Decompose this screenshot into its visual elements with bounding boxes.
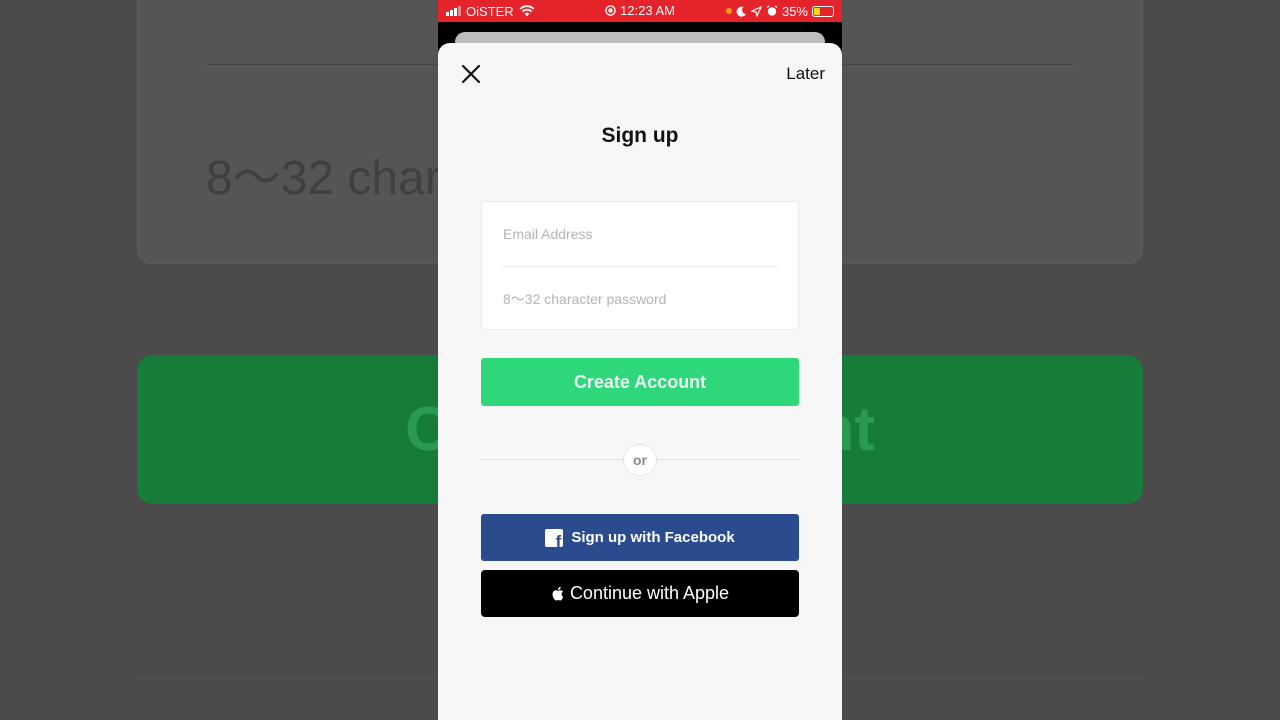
signup-sheet: Later Sign up Create Account or f Sign u… (438, 43, 842, 720)
facebook-signup-button[interactable]: f Sign up with Facebook (481, 514, 799, 561)
wifi-icon (519, 5, 535, 17)
facebook-signup-label: Sign up with Facebook (571, 529, 735, 546)
phone-screen: OiSTER 12:23 AM 35% Later Sign up Email … (438, 0, 842, 720)
carrier-name: OiSTER (466, 3, 514, 19)
signal-icon (446, 6, 461, 16)
create-account-button[interactable]: Create Account (481, 358, 799, 406)
apple-signup-button[interactable]: Continue with Apple (481, 570, 799, 617)
background-button-fragment-right: nt (816, 395, 875, 464)
page-title: Sign up (601, 124, 679, 147)
status-bar: OiSTER 12:23 AM 35% (438, 0, 842, 22)
password-field[interactable] (503, 289, 777, 309)
later-button[interactable]: Later (786, 64, 825, 84)
screen-record-icon (605, 5, 616, 16)
facebook-icon: f (545, 528, 564, 547)
signup-form (481, 201, 799, 330)
field-divider (503, 266, 777, 267)
location-icon (750, 5, 762, 17)
or-divider: or (623, 444, 657, 476)
email-field[interactable] (503, 224, 777, 244)
status-time: 12:23 AM (620, 3, 675, 18)
battery-percent: 35% (781, 3, 808, 19)
close-icon (461, 64, 481, 84)
apple-icon (552, 586, 564, 601)
background-button-fragment-left: C (405, 395, 450, 464)
moon-icon (736, 6, 746, 17)
apple-signup-label: Continue with Apple (569, 583, 730, 603)
alarm-icon (766, 5, 778, 16)
privacy-dot-icon (725, 8, 732, 14)
battery-icon (812, 5, 834, 17)
close-button[interactable] (458, 61, 484, 87)
background-password-placeholder: 8～32 char (206, 152, 441, 205)
